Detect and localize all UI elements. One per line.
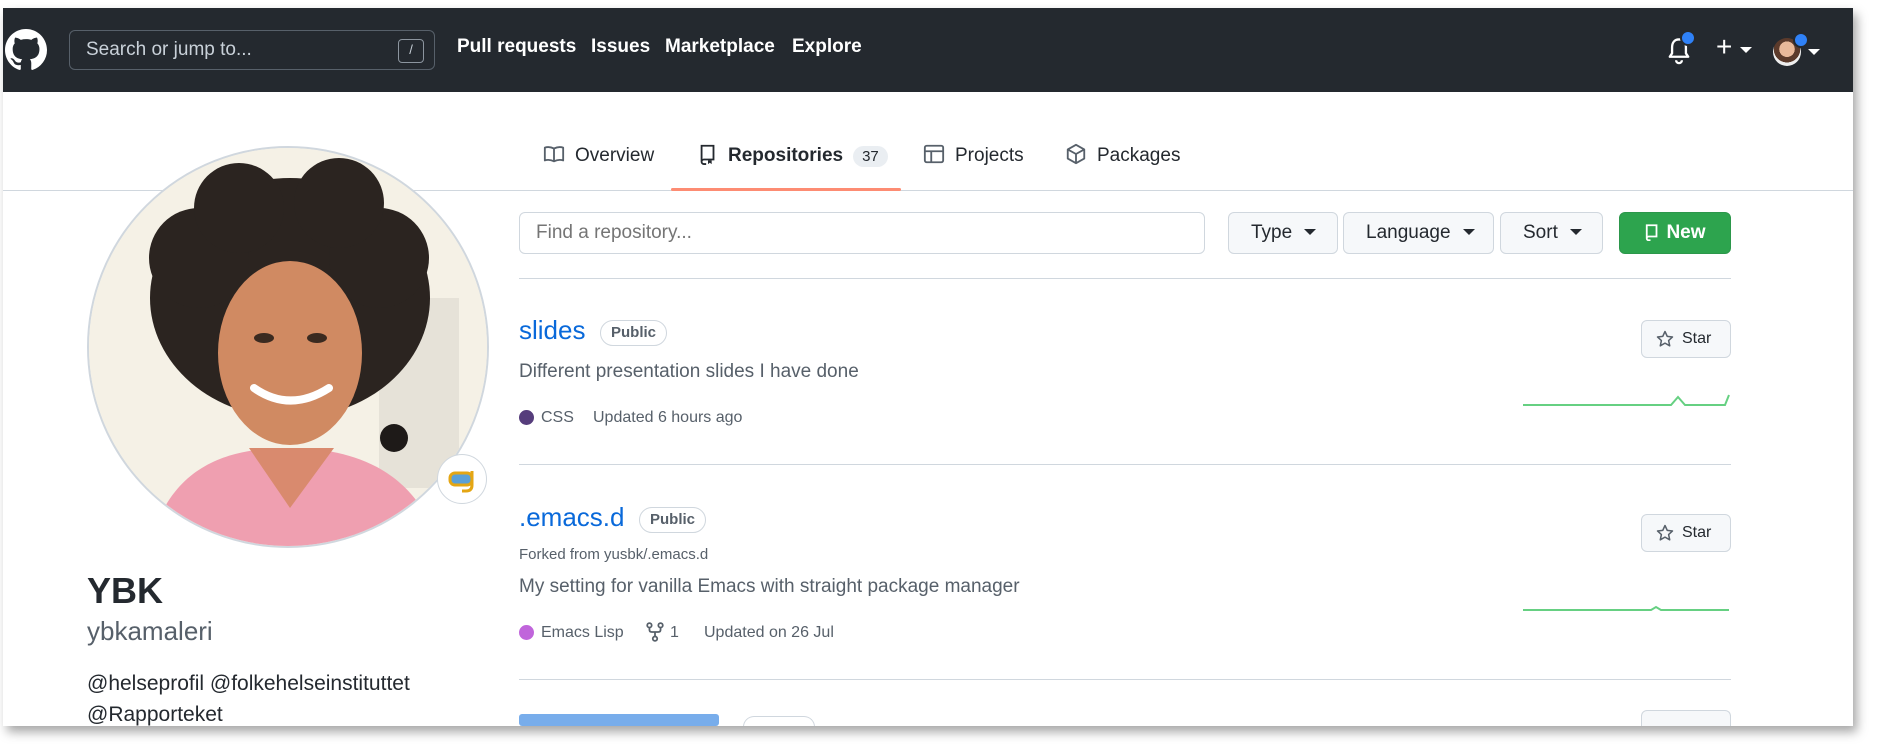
- profile-avatar[interactable]: [87, 146, 489, 548]
- create-new-plus-icon[interactable]: +: [1716, 32, 1732, 62]
- language-filter-button[interactable]: Language: [1343, 212, 1494, 254]
- list-divider: [519, 679, 1731, 680]
- chevron-down-icon: [1740, 47, 1752, 53]
- star-button[interactable]: Star: [1641, 320, 1731, 358]
- find-repository-input[interactable]: [519, 212, 1205, 254]
- nav-pull-requests[interactable]: Pull requests: [457, 36, 576, 58]
- fork-icon[interactable]: [646, 622, 664, 642]
- new-repository-button[interactable]: New: [1619, 212, 1731, 254]
- repo-language: Emacs Lisp: [541, 624, 624, 641]
- repo-fork-count[interactable]: 1: [670, 624, 679, 642]
- forked-from-text[interactable]: Forked from yusbk/.emacs.d: [519, 546, 708, 563]
- github-logo-icon[interactable]: [5, 29, 47, 71]
- chevron-down-icon: [1304, 229, 1317, 235]
- top-header: Search or jump to... / Pull requests Iss…: [3, 8, 1853, 92]
- star-label: Star: [1682, 524, 1712, 541]
- repo-icon: [1646, 224, 1658, 242]
- list-divider: [519, 278, 1731, 279]
- visibility-badge-partial: [743, 716, 815, 726]
- profile-username: ybkamaleri: [87, 616, 213, 646]
- nav-issues[interactable]: Issues: [591, 36, 650, 58]
- tab-overview[interactable]: Overview: [543, 143, 654, 167]
- new-button-label: New: [1666, 222, 1706, 243]
- tab-overview-label: Overview: [575, 145, 655, 166]
- tab-packages[interactable]: Packages: [1065, 143, 1180, 167]
- repo-updated: Updated 6 hours ago: [593, 409, 743, 426]
- package-icon: [1066, 143, 1086, 165]
- nav-marketplace[interactable]: Marketplace: [665, 36, 775, 58]
- repo-updated: Updated on 26 Jul: [704, 624, 834, 641]
- activity-sparkline: [1523, 394, 1730, 406]
- activity-sparkline: [1523, 605, 1729, 611]
- star-icon: [1656, 524, 1674, 541]
- repo-language: CSS: [541, 409, 574, 426]
- repo-description: Different presentation slides I have don…: [519, 361, 859, 382]
- type-filter-button[interactable]: Type: [1228, 212, 1338, 254]
- tab-projects-label: Projects: [955, 145, 1024, 166]
- tab-packages-label: Packages: [1097, 145, 1181, 166]
- repositories-count-badge: 37: [853, 146, 888, 167]
- book-icon: [543, 146, 565, 163]
- star-label: Star: [1682, 330, 1712, 347]
- repo-name-link[interactable]: slides: [519, 315, 585, 346]
- tab-repositories-label: Repositories: [728, 145, 844, 166]
- star-button-partial[interactable]: [1641, 710, 1731, 726]
- visibility-badge: Public: [639, 507, 707, 533]
- search-shortcut-key: /: [398, 39, 424, 63]
- repo-name-link[interactable]: .emacs.d: [519, 502, 625, 533]
- search-placeholder: Search or jump to...: [86, 39, 252, 60]
- profile-display-name: YBK: [87, 570, 164, 611]
- project-table-icon: [923, 144, 945, 164]
- tab-repositories[interactable]: Repositories 37: [698, 143, 888, 167]
- global-search-input[interactable]: Search or jump to... /: [69, 30, 435, 70]
- active-tab-indicator: [671, 188, 901, 191]
- sort-filter-button[interactable]: Sort: [1500, 212, 1603, 254]
- bio-line-1: @helseprofil @folkehelseinstituttet: [87, 672, 410, 695]
- language-color-dot: [519, 625, 534, 640]
- status-emoji-button[interactable]: [437, 454, 487, 504]
- notification-indicator: [1680, 30, 1696, 46]
- tab-projects[interactable]: Projects: [923, 143, 1024, 167]
- bio-line-2: @Rapporteket: [87, 703, 223, 726]
- type-filter-label: Type: [1251, 222, 1293, 243]
- chevron-down-icon: [1569, 229, 1582, 235]
- github-profile-window: Search or jump to... / Pull requests Iss…: [3, 8, 1853, 726]
- chevron-down-icon: [1462, 229, 1475, 235]
- star-icon: [1656, 330, 1674, 347]
- language-color-dot: [519, 410, 534, 425]
- list-divider: [519, 464, 1731, 465]
- repo-description: My setting for vanilla Emacs with straig…: [519, 576, 1020, 597]
- language-filter-label: Language: [1366, 222, 1451, 243]
- nav-explore[interactable]: Explore: [792, 36, 862, 58]
- profile-photo: [89, 148, 487, 546]
- repo-name-link-partial[interactable]: [519, 714, 719, 726]
- chevron-down-icon: [1808, 49, 1820, 55]
- avatar-status-indicator: [1793, 32, 1809, 48]
- repo-icon: [700, 144, 715, 165]
- sort-filter-label: Sort: [1523, 222, 1558, 243]
- diving-mask-icon: [448, 471, 474, 493]
- profile-bio: @helseprofil @folkehelseinstituttet @Rap…: [87, 668, 507, 726]
- star-button[interactable]: Star: [1641, 514, 1731, 552]
- visibility-badge: Public: [600, 320, 668, 346]
